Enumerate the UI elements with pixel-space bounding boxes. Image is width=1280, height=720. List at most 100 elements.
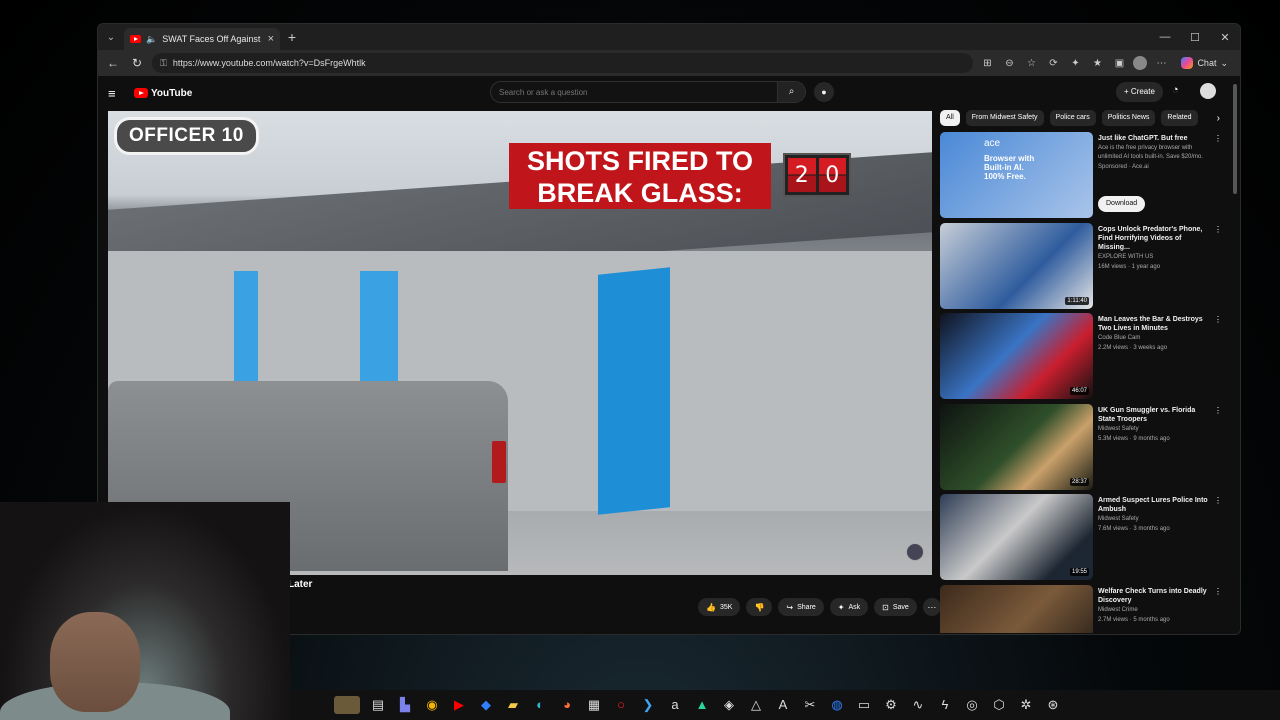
channel-name[interactable]: Code Blue Cam [1098,334,1212,343]
file-explorer-icon[interactable]: ▰ [504,696,522,714]
capcut-icon[interactable]: ✂ [801,696,819,714]
firefox-icon[interactable]: ◕ [558,696,576,714]
video-title[interactable]: UK Gun Smuggler vs. Florida State Troope… [1098,406,1212,424]
recommendation-item[interactable]: 28:37 UK Gun Smuggler vs. Florida State … [940,403,1230,495]
video-title[interactable]: Armed Suspect Lures Police Into Ambush [1098,496,1212,514]
app-wave-icon[interactable]: ∿ [909,696,927,714]
obs-icon[interactable]: ◎ [963,696,981,714]
url-field[interactable]: ⚿ https://www.youtube.com/watch?v=DsFrge… [152,53,974,73]
app-hex-icon[interactable]: ⬡ [990,696,1008,714]
copilot-chat-button[interactable]: Chat ⌄ [1175,57,1234,69]
app-triangle-icon[interactable]: △ [747,696,765,714]
youtube-icon[interactable]: ▶ [450,696,468,714]
app-blue-icon[interactable]: ◆ [477,696,495,714]
close-tab-icon[interactable]: × [268,33,274,45]
channel-name[interactable]: EXPLORE WITH US [1098,253,1212,262]
chip-all[interactable]: All [940,110,960,126]
kebab-menu-icon[interactable]: ⋮ [1214,134,1222,143]
channel-name[interactable]: Midwest Crime [1098,606,1212,615]
recommendation-item[interactable]: Welfare Check Turns into Deadly Discover… [940,584,1230,633]
zoom-icon[interactable]: ⊖ [1001,58,1017,69]
kebab-menu-icon[interactable]: ⋮ [1214,587,1222,596]
dislike-button[interactable]: 👎 [746,598,773,616]
chip-from-channel[interactable]: From Midwest Safety [965,110,1044,126]
app-bolt-icon[interactable]: ϟ [936,696,954,714]
store-icon[interactable]: ▦ [585,696,603,714]
video-thumbnail[interactable]: 1:11:40 [940,222,1093,309]
video-title[interactable]: Welfare Check Turns into Deadly Discover… [1098,587,1212,605]
refresh-extension-icon[interactable]: ⟳ [1045,58,1061,69]
ad-title[interactable]: Just like ChatGPT. But free [1098,134,1212,143]
apps-icon[interactable]: ⊞ [979,58,995,69]
kebab-menu-icon[interactable]: ⋮ [1214,225,1222,234]
mic-icon[interactable]: ● [814,82,834,102]
recommendation-item[interactable]: 19:55 Armed Suspect Lures Police Into Am… [940,494,1230,585]
ask-button[interactable]: ✦ Ask [829,598,869,616]
app-circle-icon[interactable]: ◍ [828,696,846,714]
site-info-icon[interactable]: ⚿ [160,58,167,69]
favorites-icon[interactable]: ★ [1089,58,1105,69]
file-icon[interactable]: ▤ [369,696,387,714]
menu-icon[interactable]: ≡ [108,86,128,101]
taskbar-app-icon[interactable] [334,696,360,714]
edge-icon[interactable]: ◐ [531,696,549,714]
new-tab-button[interactable]: + [280,29,304,45]
kebab-menu-icon[interactable]: ⋮ [1214,496,1222,505]
share-button[interactable]: ↪ Share [778,598,824,616]
account-avatar[interactable] [1200,83,1216,99]
back-icon[interactable]: ← [104,56,122,70]
app-green-icon[interactable]: ▲ [693,696,711,714]
app-gear-icon[interactable]: ⚙ [882,696,900,714]
video-thumbnail[interactable]: 19:55 [940,494,1093,580]
youtube-logo[interactable]: YouTube [134,88,192,99]
channel-name[interactable]: Midwest Safety [1098,425,1212,434]
collections-icon[interactable]: ▣ [1111,58,1127,69]
app-shield-icon[interactable]: ◈ [720,696,738,714]
app-cog-icon[interactable]: ✲ [1017,696,1035,714]
page-scrollbar[interactable] [1233,84,1237,194]
tab-active[interactable]: 🔈 SWAT Faces Off Against Killer × [124,28,280,50]
chevron-right-icon[interactable]: › [1217,113,1220,124]
more-icon[interactable]: ⋯ [1153,58,1169,69]
download-button[interactable]: Download [1098,196,1146,212]
teams-icon[interactable]: ▙ [396,696,414,714]
create-button[interactable]: + Create [1116,82,1163,102]
video-title[interactable]: Cops Unlock Predator's Phone, Find Horri… [1098,225,1212,252]
notifications-bell-icon[interactable]: ◔ [1172,84,1179,96]
like-button[interactable]: 👍 35K [698,598,741,616]
chrome-icon[interactable]: ◉ [423,696,441,714]
app-text-icon[interactable]: A [774,696,792,714]
reload-icon[interactable]: ↻ [128,56,146,70]
kebab-menu-icon[interactable]: ⋮ [1214,406,1222,415]
search-input[interactable] [499,87,777,97]
video-title[interactable]: Man Leaves the Bar & Destroys Two Lives … [1098,315,1212,333]
vscode-icon[interactable]: ❯ [639,696,657,714]
recommendation-item[interactable]: 46:07 Man Leaves the Bar & Destroys Two … [940,313,1230,404]
speaker-icon[interactable]: 🔈 [146,34,157,45]
chip-related[interactable]: Related [1161,110,1198,126]
chip-politics-news[interactable]: Politics News [1101,110,1156,126]
maximize-icon[interactable]: ☐ [1180,31,1210,44]
more-actions-icon[interactable]: ⋯ [922,598,941,616]
video-thumbnail[interactable]: 46:07 [940,313,1093,399]
close-window-icon[interactable]: ✕ [1210,31,1240,44]
recommendation-item[interactable]: 1:11:40 Cops Unlock Predator's Phone, Fi… [940,222,1230,314]
ad-item[interactable]: ace Browser with Built-in AI. 100% Free.… [940,132,1230,223]
favorite-star-icon[interactable]: ☆ [1023,58,1039,69]
chip-police-cars[interactable]: Police cars [1049,110,1096,126]
profile-avatar[interactable] [1133,56,1148,70]
video-thumbnail[interactable]: 28:37 [940,403,1093,490]
extensions-icon[interactable]: ✦ [1067,58,1083,69]
kebab-menu-icon[interactable]: ⋮ [1214,315,1222,324]
channel-name[interactable]: Midwest Safety [1098,515,1212,524]
video-thumbnail[interactable] [940,584,1093,633]
steam-icon[interactable]: ⊛ [1044,696,1062,714]
minimize-icon[interactable]: — [1150,31,1180,44]
amazon-icon[interactable]: a [666,696,684,714]
opera-icon[interactable]: ○ [612,696,630,714]
app-box-icon[interactable]: ▭ [855,696,873,714]
channel-watermark-icon[interactable] [906,543,924,561]
ad-thumbnail[interactable]: ace Browser with Built-in AI. 100% Free. [940,132,1093,218]
save-button[interactable]: ⊡ Save [874,598,917,616]
tab-list-chevron-icon[interactable]: ⌄ [98,32,124,43]
